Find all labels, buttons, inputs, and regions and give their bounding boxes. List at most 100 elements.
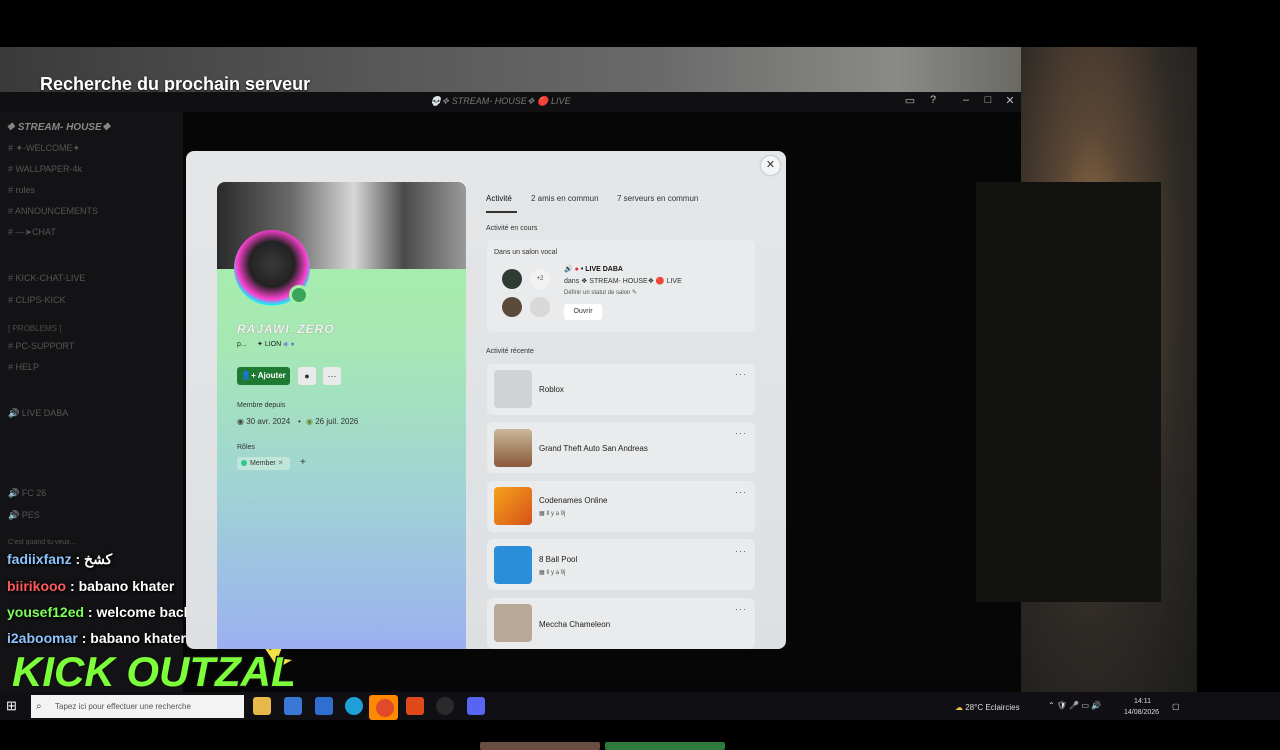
- channel-item[interactable]: # rules: [8, 185, 35, 195]
- taskbar-search-input[interactable]: Tapez ici pour effectuer une recherche: [31, 695, 244, 718]
- chrome-icon[interactable]: [376, 699, 394, 717]
- profile-username: RAJAWI_ZERO: [237, 322, 335, 336]
- add-role-button[interactable]: +: [300, 457, 306, 468]
- profile-pronouns: p...: [237, 341, 247, 348]
- server-join-date: ◉ 26 juil. 2026: [306, 417, 359, 426]
- channel-item[interactable]: # KICK-CHAT-LIVE: [8, 273, 85, 283]
- activity-title: Codenames Online: [539, 496, 608, 505]
- category-header[interactable]: [ PROBLEMS ]: [8, 324, 61, 333]
- activity-title: Grand Theft Auto San Andreas: [539, 444, 648, 453]
- voice-channel-item[interactable]: 🔊 LIVE DABA: [8, 408, 68, 419]
- more-options-icon[interactable]: ···: [735, 428, 747, 438]
- server-name[interactable]: ❖ STREAM- HOUSE❖: [6, 122, 111, 133]
- active-tab-indicator: [486, 211, 517, 213]
- server-icon: ◉: [306, 417, 313, 426]
- current-activity-label: Activité en cours: [486, 225, 538, 232]
- message-button[interactable]: ●: [298, 367, 316, 385]
- channel-item[interactable]: # —➤CHAT: [8, 227, 56, 238]
- live-dot-icon: ●: [574, 266, 579, 273]
- roles-label: Rôles: [237, 444, 255, 451]
- voice-channel-item[interactable]: 🔊 PES: [8, 510, 40, 521]
- control-button[interactable]: [480, 742, 600, 750]
- weather-icon: ☁: [955, 703, 963, 712]
- file-explorer-icon[interactable]: [253, 697, 271, 715]
- add-friend-button[interactable]: 👤+ Ajouter: [237, 367, 290, 385]
- weather-widget[interactable]: ☁ 28°C Eclaircies: [955, 703, 1020, 712]
- avatar[interactable]: [502, 269, 522, 289]
- voice-channel-name[interactable]: 🔊 ● • LIVE DABA: [564, 265, 623, 273]
- chat-message: biirikooo : babano khater: [7, 578, 175, 594]
- roblox-icon: [494, 370, 532, 408]
- recent-activity-label: Activité récente: [486, 348, 534, 355]
- notification-icon[interactable]: ▢: [1172, 702, 1180, 711]
- inbox-icon[interactable]: ▭: [900, 94, 920, 107]
- windows-start-icon[interactable]: ⊞: [6, 699, 20, 713]
- obs-icon[interactable]: [436, 697, 454, 715]
- system-tray-icons[interactable]: ⌃ 🛡 🎤 ▭ 🔊: [1048, 701, 1101, 710]
- gta-icon: [494, 429, 532, 467]
- activity-title: Roblox: [539, 385, 564, 394]
- help-icon[interactable]: ?: [923, 94, 943, 106]
- search-icon: ⌕: [36, 701, 42, 712]
- close-icon[interactable]: ✕: [761, 156, 780, 175]
- activity-time: ▦ Il y a 9j: [539, 511, 566, 517]
- voice-server[interactable]: dans ❖ STREAM- HOUSE❖ 🔴 LIVE: [564, 277, 682, 285]
- meccha-chameleon-icon: [494, 604, 532, 642]
- pencil-icon: ✎: [632, 290, 638, 296]
- more-options-icon[interactable]: ···: [735, 604, 747, 614]
- chat-bubble-icon: ●: [304, 371, 310, 381]
- discord-icon[interactable]: [467, 697, 485, 715]
- avatar[interactable]: [530, 297, 550, 317]
- brave-icon[interactable]: [406, 697, 424, 715]
- more-members-badge[interactable]: +2: [530, 269, 550, 289]
- set-status-link[interactable]: Définir un statut de salon ✎: [564, 289, 637, 296]
- role-pill[interactable]: Member ✕: [237, 457, 290, 470]
- channel-item[interactable]: # WALLPAPER-4k: [8, 164, 82, 174]
- clock-date[interactable]: 14/08/2026: [1124, 709, 1159, 716]
- tab-activity[interactable]: Activité: [486, 194, 512, 203]
- channel-item[interactable]: # ✦-WELCOME✦: [8, 143, 80, 154]
- more-options-icon[interactable]: ···: [735, 369, 747, 379]
- online-status-icon: [289, 285, 309, 305]
- edge-icon[interactable]: [345, 697, 363, 715]
- avatar[interactable]: [502, 297, 522, 317]
- tab-mutual-friends[interactable]: 2 amis en commun: [531, 194, 599, 203]
- window-close-button[interactable]: ✕: [1000, 94, 1020, 107]
- mail-icon[interactable]: [315, 697, 333, 715]
- voice-channel-item[interactable]: 🔊 FC 26: [8, 488, 46, 499]
- window-titlebar: 💀❖ STREAM- HOUSE❖ 🔴 LIVE ▭ ? – □ ✕: [0, 92, 1021, 112]
- channel-item[interactable]: # HELP: [8, 362, 39, 372]
- more-options-icon[interactable]: ···: [735, 487, 747, 497]
- codenames-icon: [494, 487, 532, 525]
- add-user-icon: 👤+: [241, 371, 256, 380]
- kick-logo-text: KICK OUTZALT: [12, 648, 293, 695]
- clock-time[interactable]: 14:11: [1134, 698, 1151, 705]
- stream-preview: [976, 182, 1161, 602]
- discord-icon: ◉: [237, 417, 244, 426]
- profile-panel: RAJAWI_ZERO p... ✦ LION ◈ ● 👤+ Ajouter ●…: [217, 182, 466, 649]
- more-options-button[interactable]: ···: [323, 367, 341, 385]
- channel-item[interactable]: # PC-SUPPORT: [8, 341, 74, 351]
- 8-ball-icon: [494, 546, 532, 584]
- open-voice-button[interactable]: Ouvrir: [564, 304, 602, 320]
- channel-item[interactable]: # ANNOUNCEMENTS: [8, 206, 98, 216]
- tab-mutual-servers[interactable]: 7 serveurs en commun: [617, 194, 698, 203]
- server-tag[interactable]: ✦ LION ◈ ●: [257, 340, 295, 348]
- minimize-button[interactable]: –: [956, 94, 976, 106]
- remove-role-icon[interactable]: ✕: [278, 460, 284, 467]
- channel-item[interactable]: # CLIPS-KICK: [8, 295, 66, 305]
- activity-time: ▦ Il y a 9j: [539, 570, 566, 576]
- more-options-icon[interactable]: ···: [735, 546, 747, 556]
- lion-icon: ✦: [257, 341, 263, 348]
- discord-join-date: ◉ 30 avr. 2024: [237, 417, 291, 426]
- grid-icon: ▦: [539, 570, 545, 576]
- more-icon: ···: [327, 371, 337, 381]
- status-prompt: C'est quand tu veux...: [8, 539, 76, 546]
- activity-title: Meccha Chameleon: [539, 620, 611, 629]
- role-color-icon: [241, 460, 247, 467]
- maximize-button[interactable]: □: [978, 94, 998, 106]
- control-button[interactable]: [605, 742, 725, 750]
- store-icon[interactable]: [284, 697, 302, 715]
- dot-separator: •: [298, 417, 301, 426]
- member-since-label: Membre depuis: [237, 402, 286, 409]
